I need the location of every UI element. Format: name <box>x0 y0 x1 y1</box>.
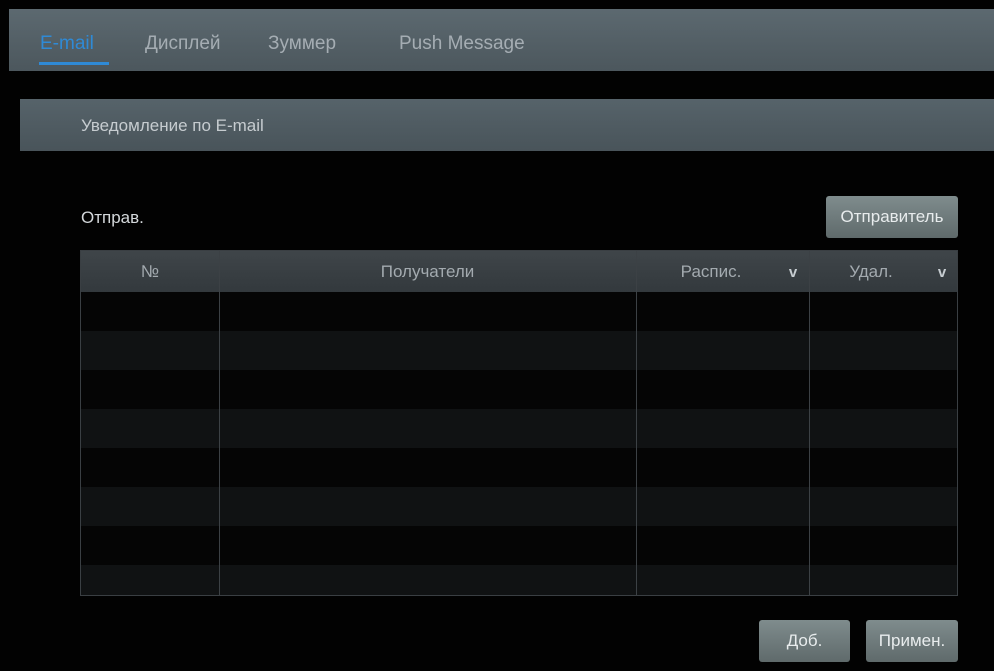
tab-buzzer[interactable]: Зуммер <box>268 33 336 55</box>
table-row[interactable] <box>81 370 957 409</box>
tab-email[interactable]: E-mail <box>40 33 94 55</box>
column-divider <box>219 251 220 595</box>
header-schedule: Распис. <box>680 262 742 281</box>
table-row[interactable] <box>81 448 957 487</box>
apply-button[interactable]: Примен. <box>866 620 958 662</box>
tab-bar: E-mail Дисплей Зуммер Push Message <box>9 9 994 71</box>
column-divider <box>636 251 637 595</box>
header-number: № <box>140 262 160 281</box>
add-button[interactable]: Доб. <box>759 620 850 662</box>
table-row[interactable] <box>81 292 957 331</box>
sender-button[interactable]: Отправитель <box>826 196 958 238</box>
column-divider <box>809 251 810 595</box>
email-settings-screen: E-mail Дисплей Зуммер Push Message Уведо… <box>0 0 994 671</box>
tab-display[interactable]: Дисплей <box>145 33 221 55</box>
recipients-table: № Получатели Распис. v Удал. v <box>80 250 958 596</box>
sender-label: Отправ. <box>81 208 144 227</box>
header-recipients: Получатели <box>380 262 475 281</box>
section-header: Уведомление по E-mail <box>20 99 994 151</box>
schedule-dropdown-icon[interactable]: v <box>783 251 803 292</box>
table-row[interactable] <box>81 526 957 565</box>
section-title: Уведомление по E-mail <box>81 116 264 135</box>
table-row[interactable] <box>81 487 957 526</box>
table-row[interactable] <box>81 409 957 448</box>
tab-push-message[interactable]: Push Message <box>399 33 525 55</box>
active-tab-indicator <box>39 62 109 65</box>
table-row[interactable] <box>81 565 957 595</box>
table-row[interactable] <box>81 331 957 370</box>
delete-dropdown-icon[interactable]: v <box>932 251 952 292</box>
header-delete: Удал. <box>849 262 893 281</box>
table-header: № Получатели Распис. v Удал. v <box>81 251 957 292</box>
